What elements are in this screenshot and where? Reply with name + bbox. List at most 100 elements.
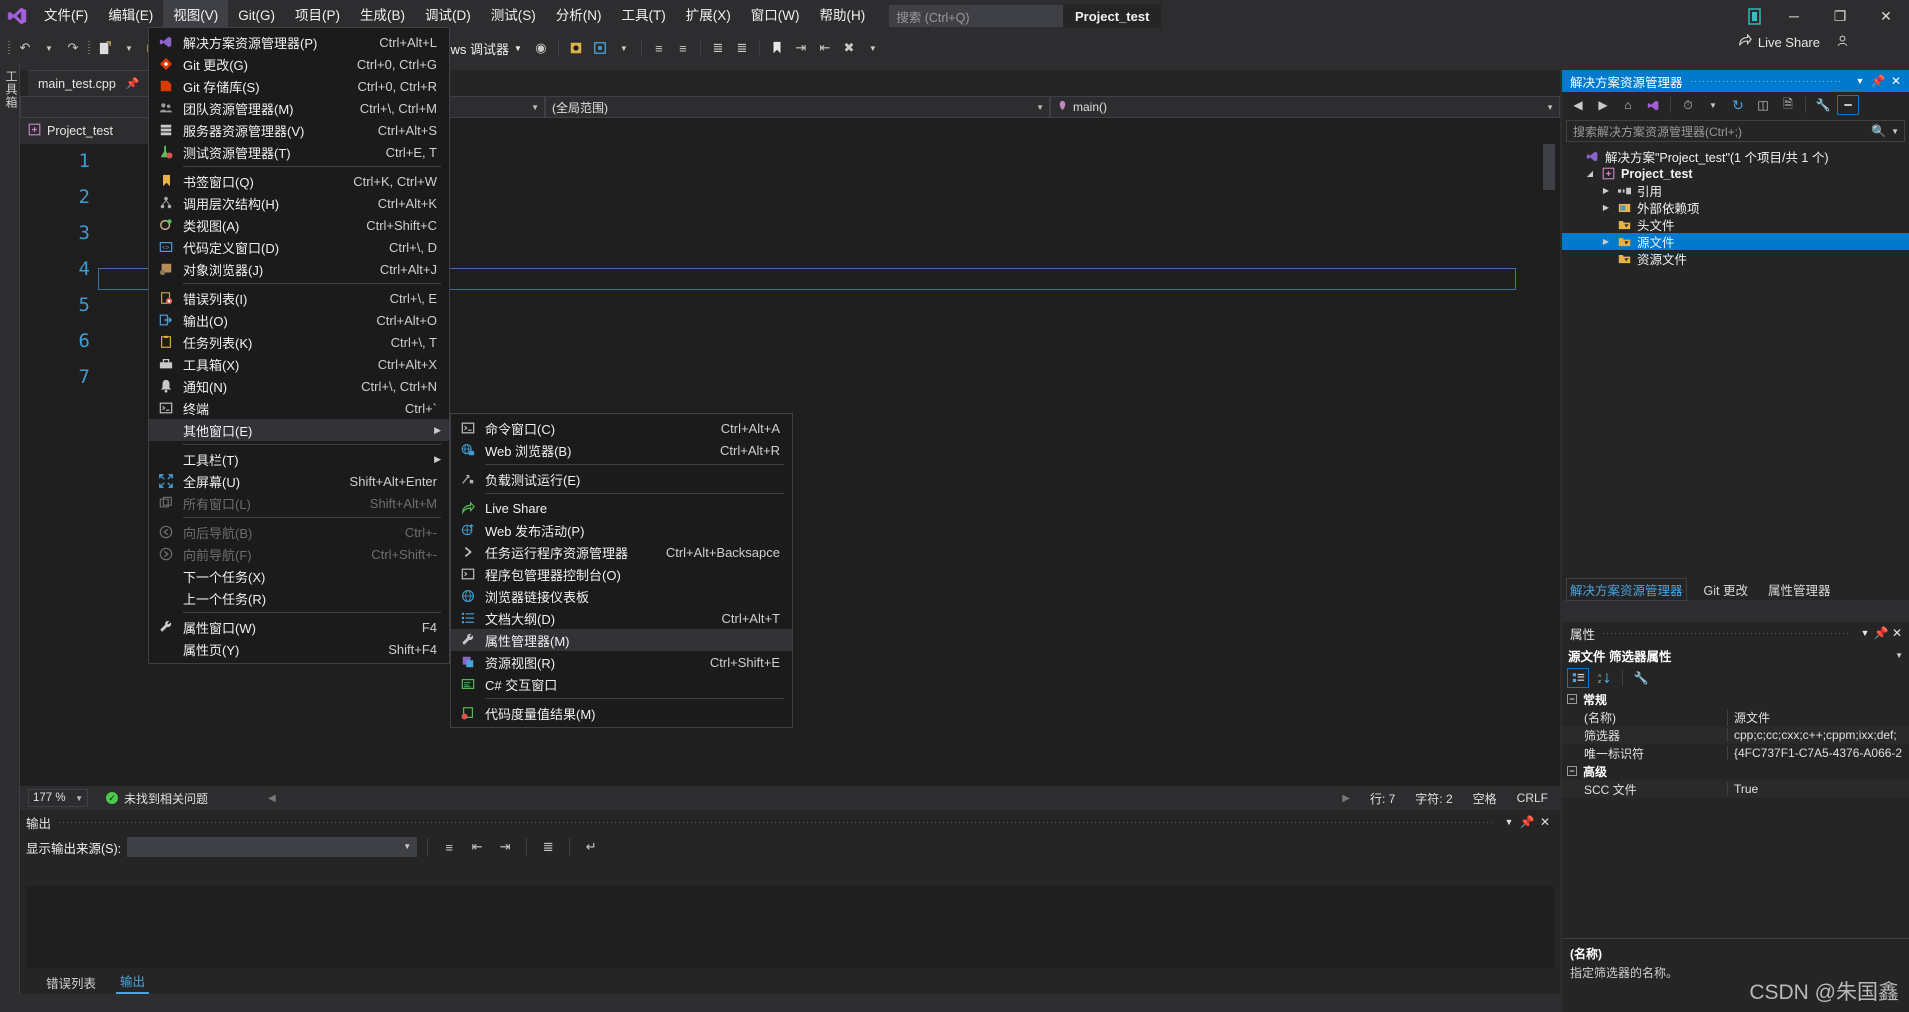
property-value[interactable]: True xyxy=(1727,782,1909,796)
output-wordwrap-icon[interactable]: ↵ xyxy=(580,835,602,859)
preview-dropdown-icon[interactable]: ▼ xyxy=(613,36,635,60)
output-clear-icon[interactable]: ≡ xyxy=(438,835,460,859)
properties-icon[interactable]: 🔧 xyxy=(1812,95,1834,115)
chevron-down-icon[interactable]: ▼ xyxy=(1851,76,1869,86)
clear-bookmarks-icon[interactable]: ✖ xyxy=(838,36,860,60)
property-row[interactable]: SCC 文件 True xyxy=(1562,780,1909,798)
output-source-combo[interactable]: ▼ xyxy=(127,837,418,857)
menu-item[interactable]: 命令窗口(C) Ctrl+Alt+A xyxy=(451,417,792,439)
alphabetical-sort-icon[interactable]: AZ xyxy=(1593,668,1615,688)
refresh-icon[interactable]: ↻ xyxy=(1727,95,1749,115)
collapse-all-icon[interactable]: ◫ xyxy=(1752,95,1774,115)
menu-item[interactable]: 文档大纲(D) Ctrl+Alt+T xyxy=(451,607,792,629)
property-category[interactable]: − 常规 xyxy=(1562,690,1909,708)
account-icon[interactable] xyxy=(1737,0,1771,32)
preview-selected-items-icon[interactable]: ━ xyxy=(1837,95,1859,115)
scrollbar-thumb[interactable] xyxy=(1543,144,1555,190)
pin-icon[interactable]: 📌 xyxy=(1869,74,1887,88)
collapsed-twisty-icon[interactable]: ▶ xyxy=(1600,186,1612,195)
menu-item[interactable]: 对象浏览器(J) Ctrl+Alt+J xyxy=(149,258,449,280)
chevron-down-icon[interactable]: ▼ xyxy=(1702,95,1724,115)
property-row[interactable]: 筛选器 cpp;c;cc;cxx;c++;cppm;ixx;def; xyxy=(1562,726,1909,744)
expanded-twisty-icon[interactable]: ◢ xyxy=(1584,169,1596,178)
menu-item[interactable]: 属性管理器(M) xyxy=(451,629,792,651)
menu-item[interactable]: 团队资源管理器(M) Ctrl+\, Ctrl+M xyxy=(149,97,449,119)
menubar-item-8[interactable]: 分析(N) xyxy=(546,0,612,32)
tree-node[interactable]: ▶ 引用 xyxy=(1562,182,1909,199)
menubar-item-0[interactable]: 文件(F) xyxy=(34,0,98,32)
close-button[interactable]: ✕ xyxy=(1863,0,1909,32)
close-icon[interactable]: ✕ xyxy=(1889,626,1905,640)
new-project-icon[interactable] xyxy=(94,36,116,60)
tree-node[interactable]: 头文件 xyxy=(1562,216,1909,233)
menu-item[interactable]: 属性窗口(W) F4 xyxy=(149,616,449,638)
menu-item[interactable]: 任务运行程序资源管理器 Ctrl+Alt+Backsapce xyxy=(451,541,792,563)
restore-button[interactable]: ❐ xyxy=(1817,0,1863,32)
project-breadcrumb[interactable]: Project_test xyxy=(20,118,160,144)
tree-node[interactable]: 资源文件 xyxy=(1562,250,1909,267)
pin-icon[interactable]: 📌 xyxy=(1873,626,1889,640)
dock-tab[interactable]: 属性管理器 xyxy=(1765,579,1834,600)
solution-explorer-search-input[interactable]: 搜索解决方案资源管理器(Ctrl+;) 🔍 ▼ xyxy=(1566,120,1905,142)
live-share-user-icon[interactable] xyxy=(1836,34,1849,51)
dock-tab[interactable]: Git 更改 xyxy=(1701,579,1751,600)
properties-grid[interactable]: − 常规 (名称) 源文件 筛选器 cpp;c;cc;cxx;c++;cppm;ixx;d… xyxy=(1562,690,1909,798)
issues-prev-icon[interactable]: ◀ xyxy=(268,793,276,804)
collapsed-twisty-icon[interactable]: ▶ xyxy=(1600,203,1612,212)
prev-bookmark-icon[interactable]: ⇤ xyxy=(814,36,836,60)
pending-changes-icon[interactable]: ⏱ xyxy=(1677,95,1699,115)
menubar-item-9[interactable]: 工具(T) xyxy=(612,0,676,32)
scope-combo[interactable]: (全局范围) ▼ xyxy=(545,96,1050,118)
menu-item[interactable]: Git 存储库(S) Ctrl+0, Ctrl+R xyxy=(149,75,449,97)
output-goto-prev-icon[interactable]: ⇤ xyxy=(466,835,488,859)
toolbar-grip[interactable] xyxy=(6,39,12,57)
show-all-files-icon[interactable]: 🗎 xyxy=(1777,95,1799,115)
member-combo[interactable]: main() ▼ xyxy=(1050,96,1560,118)
menu-item[interactable]: 其他窗口(E) ▶ xyxy=(149,419,449,441)
menu-item[interactable]: 程序包管理器控制台(O) xyxy=(451,563,792,585)
menu-item[interactable]: 浏览器链接仪表板 xyxy=(451,585,792,607)
collapse-icon[interactable]: − xyxy=(1567,694,1577,704)
collapse-icon[interactable]: − xyxy=(1567,766,1577,776)
chevron-down-icon[interactable]: ▼ xyxy=(1500,817,1518,827)
solution-view-icon[interactable] xyxy=(1642,95,1664,115)
toolbar-overflow-icon[interactable]: ▼ xyxy=(862,36,884,60)
categorized-view-icon[interactable] xyxy=(1567,668,1589,688)
menu-item[interactable]: <> 代码定义窗口(D) Ctrl+\, D xyxy=(149,236,449,258)
issues-status[interactable]: ✓ 未找到相关问题 xyxy=(106,790,208,807)
live-share-button[interactable]: Live Share xyxy=(1738,33,1849,51)
navigate-backward-icon[interactable]: ↶ xyxy=(14,36,36,60)
menubar-item-10[interactable]: 扩展(X) xyxy=(676,0,741,32)
menubar-item-7[interactable]: 测试(S) xyxy=(481,0,546,32)
menu-item[interactable]: 解决方案资源管理器(P) Ctrl+Alt+L xyxy=(149,31,449,53)
live-preview-icon[interactable] xyxy=(589,36,611,60)
menubar-item-11[interactable]: 窗口(W) xyxy=(741,0,810,32)
menu-item[interactable]: 工具栏(T) ▶ xyxy=(149,448,449,470)
menu-item[interactable]: 调用层次结构(H) Ctrl+Alt+K xyxy=(149,192,449,214)
menu-item[interactable]: Web 浏览器(B) Ctrl+Alt+R xyxy=(451,439,792,461)
tree-node[interactable]: ▶ 源文件 xyxy=(1562,233,1909,250)
output-tab[interactable]: 输出 xyxy=(116,969,150,994)
menu-item[interactable]: 负载测试运行(E) xyxy=(451,468,792,490)
outdent-icon[interactable]: ≡ xyxy=(672,36,694,60)
menu-item[interactable]: 错误列表(I) Ctrl+\, E xyxy=(149,287,449,309)
menu-item[interactable]: 输出(O) Ctrl+Alt+O xyxy=(149,309,449,331)
output-clear-all-icon[interactable]: ≣ xyxy=(537,835,559,859)
property-value[interactable]: {4FC737F1-C7A5-4376-A066-2 xyxy=(1727,746,1909,760)
menu-item[interactable]: 任务列表(K) Ctrl+\, T xyxy=(149,331,449,353)
menu-item[interactable]: 工具箱(X) Ctrl+Alt+X xyxy=(149,353,449,375)
wrench-icon[interactable]: 🔧 xyxy=(1630,668,1652,688)
close-icon[interactable]: ✕ xyxy=(1536,815,1554,829)
forward-icon[interactable]: ▶ xyxy=(1592,95,1614,115)
output-text-area[interactable] xyxy=(26,886,1554,968)
uncomment-icon[interactable]: ≣ xyxy=(731,36,753,60)
menu-item[interactable]: 书签窗口(Q) Ctrl+K, Ctrl+W xyxy=(149,170,449,192)
properties-object-combo[interactable]: 源文件 筛选器属性 ▼ xyxy=(1562,644,1909,666)
nav-back-dropdown-icon[interactable]: ▼ xyxy=(38,36,60,60)
solution-tree[interactable]: 解决方案"Project_test"(1 个项目/共 1 个) ◢ Project_… xyxy=(1562,144,1909,267)
back-icon[interactable]: ◀ xyxy=(1567,95,1589,115)
menu-item[interactable]: 服务器资源管理器(V) Ctrl+Alt+S xyxy=(149,119,449,141)
menu-item[interactable]: 下一个任务(X) xyxy=(149,565,449,587)
status-expand-icon[interactable]: ▶ xyxy=(1342,793,1350,804)
menubar-item-12[interactable]: 帮助(H) xyxy=(809,0,875,32)
